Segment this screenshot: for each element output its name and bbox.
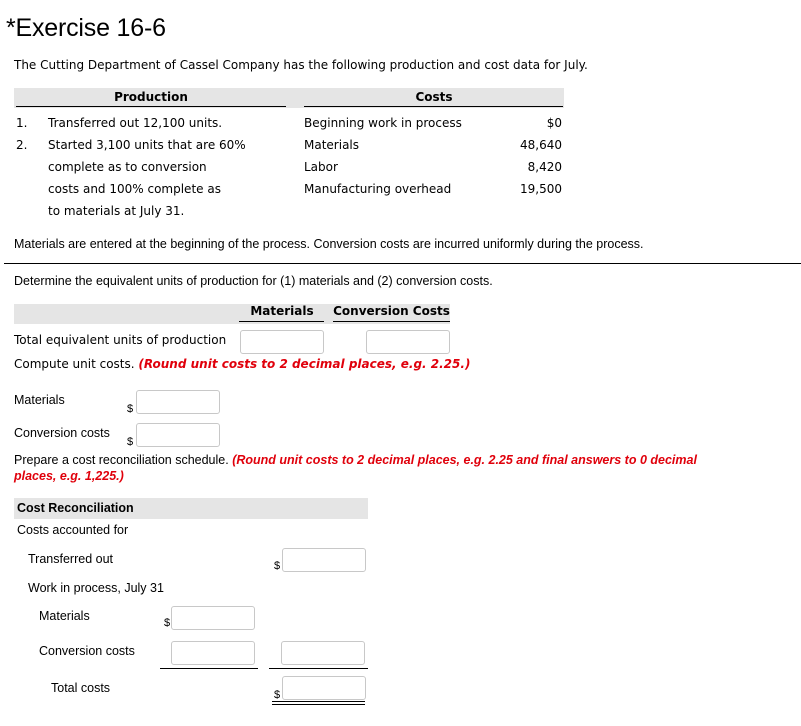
transferred-out-currency: $ <box>274 560 281 572</box>
cost-label-beginning-wip: Beginning work in process <box>304 116 462 130</box>
wip-conversion-label: Conversion costs <box>39 644 135 658</box>
cost-value-overhead: 19,500 <box>520 182 562 196</box>
transferred-out-label: Transferred out <box>28 552 113 566</box>
equivalent-units-conversion-input[interactable] <box>366 330 450 354</box>
costs-accounted-for-label: Costs accounted for <box>17 523 129 537</box>
production-item-2-line-3: costs and 100% complete as <box>48 182 221 196</box>
wip-materials-input[interactable] <box>171 606 255 630</box>
process-note: Materials are entered at the beginning o… <box>14 237 644 251</box>
reconciliation-instruction: Prepare a cost reconciliation schedule. <box>14 453 229 467</box>
reconciliation-instruction-line-1: Prepare a cost reconciliation schedule. … <box>14 453 697 467</box>
transferred-out-input[interactable] <box>282 548 366 572</box>
total-costs-double-rule <box>272 701 365 705</box>
wip-conversion-input[interactable] <box>171 641 255 665</box>
total-costs-label: Total costs <box>51 681 111 695</box>
column-header-materials: Materials <box>250 304 314 318</box>
reconciliation-rounding-hint-continued: places, e.g. 1,225.) <box>14 469 124 483</box>
cost-label-materials: Materials <box>304 138 360 152</box>
intro-text: The Cutting Department of Cassel Company… <box>14 58 588 72</box>
cost-reconciliation-header: Cost Reconciliation <box>17 501 134 515</box>
equivalent-units-instruction: Determine the equivalent units of produc… <box>14 274 493 288</box>
costs-header: Costs <box>415 90 453 104</box>
cost-label-overhead: Manufacturing overhead <box>304 182 452 196</box>
unit-costs-instruction: Compute unit costs. <box>14 357 135 371</box>
equivalent-units-materials-input[interactable] <box>240 330 324 354</box>
unit-costs-instruction-line: Compute unit costs. (Round unit costs to… <box>14 357 470 371</box>
wip-conversion-subtotal-rule <box>160 668 258 669</box>
column-header-conversion-costs: Conversion Costs <box>333 304 450 318</box>
work-in-process-label: Work in process, July 31 <box>28 581 164 595</box>
unit-cost-conversion-label: Conversion costs <box>14 426 110 440</box>
costs-header-rule <box>304 106 563 107</box>
production-item-2-line-2: complete as to conversion <box>48 160 207 174</box>
unit-costs-rounding-hint: (Round unit costs to 2 decimal places, e… <box>138 357 471 371</box>
production-item-2-number: 2. <box>16 138 28 152</box>
cost-value-beginning-wip: $0 <box>546 116 562 130</box>
production-header-rule <box>16 106 286 107</box>
production-item-2-line-4: to materials at July 31. <box>48 204 185 218</box>
total-costs-input[interactable] <box>282 676 366 700</box>
production-item-1-text: Transferred out 12,100 units. <box>48 116 223 130</box>
wip-materials-currency: $ <box>164 617 171 629</box>
exercise-title: *Exercise 16-6 <box>6 14 166 42</box>
total-equivalent-units-label: Total equivalent units of production <box>14 333 227 347</box>
wip-total-input[interactable] <box>281 641 365 665</box>
unit-cost-materials-label: Materials <box>14 393 65 407</box>
cost-value-materials: 48,640 <box>520 138 562 152</box>
unit-cost-materials-currency: $ <box>127 403 134 415</box>
production-item-2-line-1: Started 3,100 units that are 60% <box>48 138 246 152</box>
unit-cost-conversion-input[interactable] <box>136 423 220 447</box>
wip-total-subtotal-rule <box>269 668 368 669</box>
cost-label-labor: Labor <box>304 160 338 174</box>
materials-column-rule <box>239 321 324 322</box>
production-item-1-number: 1. <box>16 116 28 130</box>
production-header: Production <box>114 90 188 104</box>
wip-materials-label: Materials <box>39 609 90 623</box>
conversion-column-rule <box>333 321 450 322</box>
cost-value-labor: 8,420 <box>527 160 562 174</box>
total-costs-currency: $ <box>274 689 281 701</box>
reconciliation-rounding-hint: (Round unit costs to 2 decimal places, e… <box>232 453 697 467</box>
unit-cost-conversion-currency: $ <box>127 436 134 448</box>
unit-cost-materials-input[interactable] <box>136 390 220 414</box>
section-divider <box>4 263 801 264</box>
